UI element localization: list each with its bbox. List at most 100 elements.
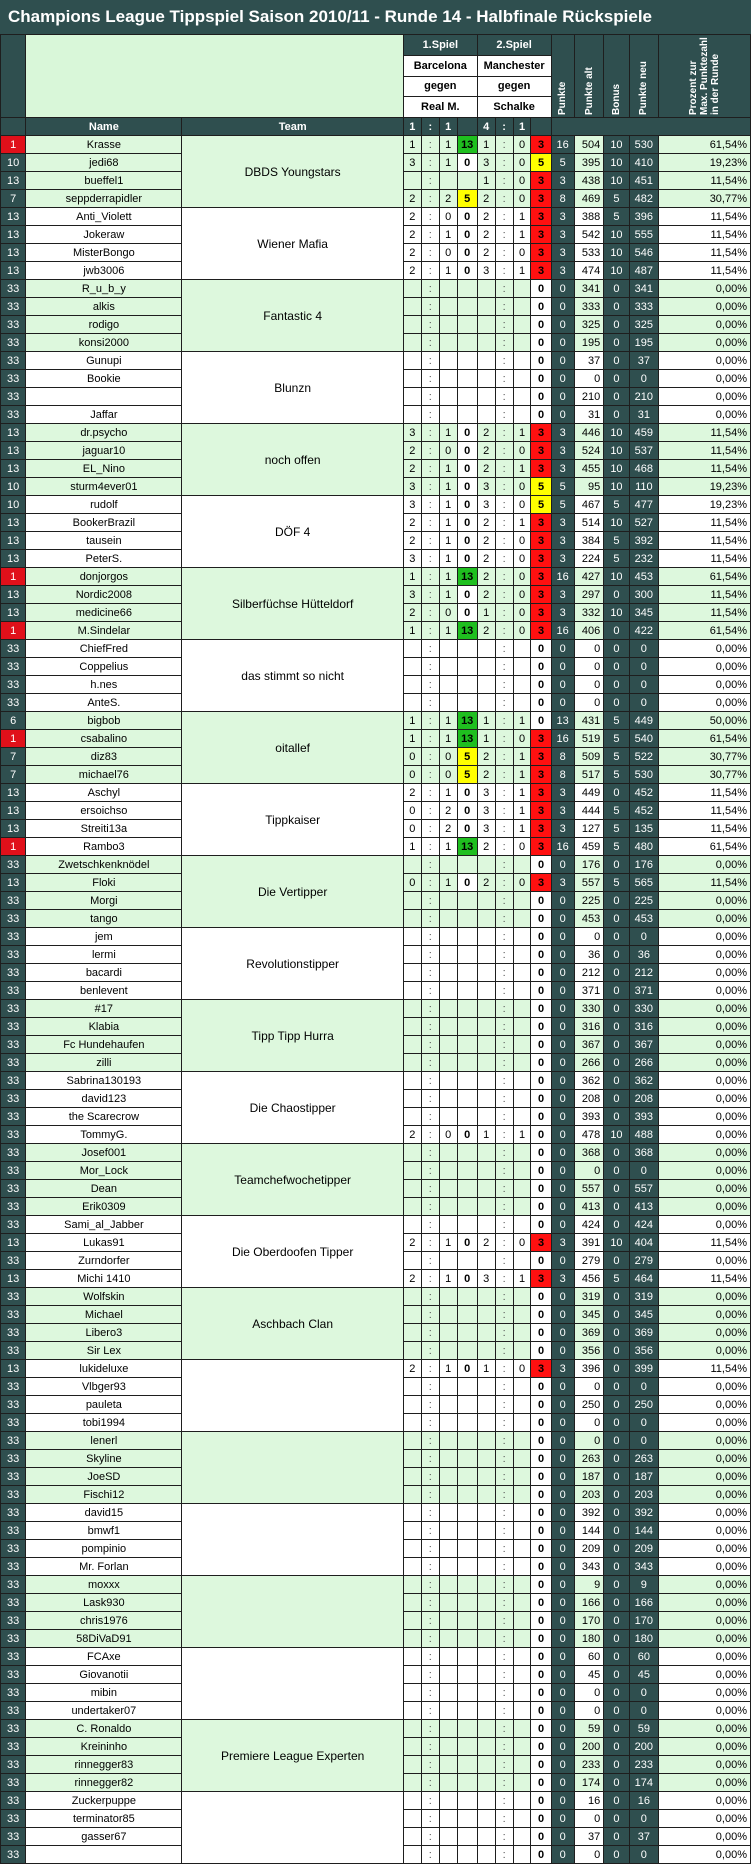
- rank-cell: 33: [0, 1773, 27, 1792]
- percent: 30,77%: [658, 189, 751, 208]
- tip2-colon: :: [494, 1575, 514, 1594]
- points-new: 362: [628, 1071, 660, 1090]
- tip2-colon: :: [494, 135, 514, 154]
- bonus: 10: [603, 603, 630, 622]
- tip1-colon: :: [420, 819, 440, 838]
- tip1-colon: :: [420, 477, 440, 496]
- tip1-home: [402, 297, 422, 316]
- tip1-points: [456, 639, 478, 658]
- player-name: #17: [25, 999, 183, 1018]
- player-name: alkis: [25, 297, 183, 316]
- tip2-away: [512, 675, 532, 694]
- bonus: 5: [603, 207, 630, 226]
- tip2-colon: :: [494, 1755, 514, 1774]
- tip2-colon: :: [494, 567, 514, 586]
- points-total: 0: [550, 927, 575, 946]
- player-name: Lukas91: [25, 1233, 183, 1252]
- points-old: 504: [573, 135, 605, 154]
- tip1-points: [456, 1593, 478, 1612]
- tip2-colon: :: [494, 657, 514, 676]
- percent: 11,54%: [658, 225, 751, 244]
- bonus: 10: [603, 261, 630, 280]
- header-result1-home: 1: [402, 117, 422, 136]
- points-old: 519: [573, 729, 605, 748]
- tip1-points: 0: [456, 441, 478, 460]
- tip1-points: [456, 1521, 478, 1540]
- percent: 11,54%: [658, 171, 751, 190]
- tip2-colon: :: [494, 1071, 514, 1090]
- points-total: 0: [550, 657, 575, 676]
- bonus: 0: [603, 945, 630, 964]
- rank-cell: 33: [0, 1323, 27, 1342]
- player-name: Jokeraw: [25, 225, 183, 244]
- rank-cell: 10: [0, 153, 27, 172]
- percent: 11,54%: [658, 243, 751, 262]
- rank-cell: 1: [0, 621, 27, 640]
- tip2-points: 3: [530, 747, 552, 766]
- tip2-points: 3: [530, 441, 552, 460]
- tip1-home: 2: [402, 441, 422, 460]
- bonus: 10: [603, 135, 630, 154]
- tip1-home: [402, 1215, 422, 1234]
- rank-cell: 33: [0, 855, 27, 874]
- bonus: 0: [603, 1611, 630, 1630]
- tip2-home: [476, 1809, 496, 1828]
- tip1-colon: :: [420, 603, 440, 622]
- points-total: 3: [550, 783, 575, 802]
- player-name: moxxx: [25, 1575, 183, 1594]
- tip2-away: [512, 1665, 532, 1684]
- tip1-points: [456, 1431, 478, 1450]
- bonus: 0: [603, 1521, 630, 1540]
- points-new: 195: [628, 333, 660, 352]
- points-old: 0: [573, 369, 605, 388]
- tip1-points: [456, 297, 478, 316]
- tip1-points: 13: [456, 711, 478, 730]
- points-old: 9: [573, 1575, 605, 1594]
- points-total: 5: [550, 477, 575, 496]
- tip1-home: [402, 1809, 422, 1828]
- bonus: 5: [603, 549, 630, 568]
- tip2-points: 0: [530, 333, 552, 352]
- player-name: Michael: [25, 1305, 183, 1324]
- rank-cell: 13: [0, 513, 27, 532]
- rank-cell: 33: [0, 1845, 27, 1864]
- tip2-away: [512, 639, 532, 658]
- player-name: david15: [25, 1503, 183, 1522]
- points-new: 0: [628, 1701, 660, 1720]
- points-total: 0: [550, 1125, 575, 1144]
- tip2-home: 2: [476, 873, 496, 892]
- tip1-away: [438, 1593, 458, 1612]
- tip2-points: 3: [530, 261, 552, 280]
- bonus: 0: [603, 783, 630, 802]
- tip1-away: [438, 1791, 458, 1810]
- points-new: 0: [628, 657, 660, 676]
- points-old: 224: [573, 549, 605, 568]
- bonus: 5: [603, 837, 630, 856]
- tip2-home: 3: [476, 261, 496, 280]
- tip1-points: 13: [456, 837, 478, 856]
- tip1-points: 0: [456, 513, 478, 532]
- tip1-away: [438, 1827, 458, 1846]
- tip1-points: [456, 1719, 478, 1738]
- tip2-home: [476, 963, 496, 982]
- bonus: 10: [603, 1125, 630, 1144]
- percent: 0,00%: [658, 909, 751, 928]
- tip2-colon: :: [494, 1683, 514, 1702]
- tip2-away: 1: [512, 207, 532, 226]
- player-name: BookerBrazil: [25, 513, 183, 532]
- tip1-away: 1: [438, 549, 458, 568]
- tip2-away: 1: [512, 819, 532, 838]
- tip2-away: 1: [512, 1269, 532, 1288]
- tip2-home: [476, 1575, 496, 1594]
- tip1-home: [402, 927, 422, 946]
- tip2-colon: :: [494, 441, 514, 460]
- points-old: 45: [573, 1665, 605, 1684]
- tip1-colon: :: [420, 621, 440, 640]
- tip1-away: 1: [438, 135, 458, 154]
- tip2-colon: :: [494, 1143, 514, 1162]
- tip1-colon: :: [420, 567, 440, 586]
- tip2-away: 0: [512, 441, 532, 460]
- points-new: 170: [628, 1611, 660, 1630]
- rank-cell: 33: [0, 657, 27, 676]
- team-name: [181, 1359, 404, 1432]
